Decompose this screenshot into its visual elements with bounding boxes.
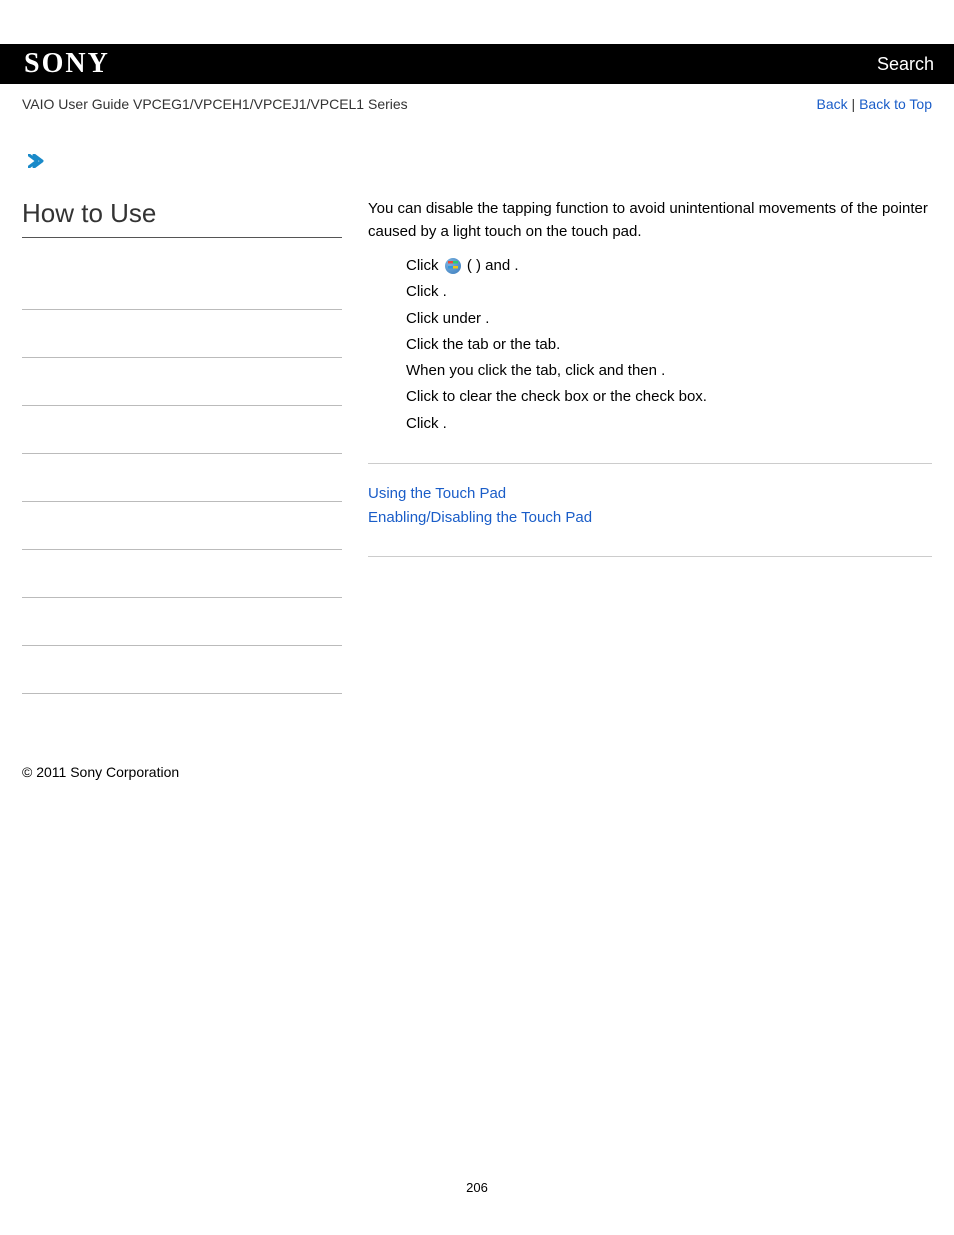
copyright-text: © 2011 Sony Corporation [22, 764, 954, 780]
intro-text: You can disable the tapping function to … [368, 198, 932, 243]
related-link-using-touchpad[interactable]: Using the Touch Pad [368, 482, 932, 506]
step-1: Click ( ) and . [406, 253, 932, 279]
chevron-icon [28, 154, 954, 168]
sidebar-menu [22, 262, 342, 694]
back-to-top-link[interactable]: Back to Top [859, 96, 932, 112]
related-links: Using the Touch Pad Enabling/Disabling t… [368, 482, 932, 530]
sidebar-item[interactable] [22, 550, 342, 598]
sidebar-item[interactable] [22, 454, 342, 502]
article: You can disable the tapping function to … [342, 198, 932, 575]
step-4b: When you click the tab, click and then . [406, 358, 932, 384]
step-3: Click under . [406, 306, 932, 332]
sub-header: VAIO User Guide VPCEG1/VPCEH1/VPCEJ1/VPC… [0, 84, 954, 124]
sidebar-item[interactable] [22, 358, 342, 406]
back-link[interactable]: Back [817, 96, 848, 112]
search-link[interactable]: Search [877, 54, 934, 75]
step-2: Click . [406, 279, 932, 305]
sidebar-item[interactable] [22, 502, 342, 550]
nav-separator: | [848, 96, 859, 112]
sidebar-heading: How to Use [22, 198, 342, 238]
sidebar-item[interactable] [22, 598, 342, 646]
step-1-text-a: Click [406, 257, 443, 274]
divider [368, 463, 932, 464]
sidebar-item[interactable] [22, 406, 342, 454]
steps-list: Click ( ) and . Click . Click under . [406, 253, 932, 437]
nav-links: Back | Back to Top [817, 96, 932, 112]
page-number: 206 [0, 1180, 954, 1215]
related-link-enable-disable-touchpad[interactable]: Enabling/Disabling the Touch Pad [368, 506, 932, 530]
divider [368, 556, 932, 557]
step-4a: Click the tab or the tab. [406, 332, 932, 358]
step-1-text-b: ( ) and . [463, 257, 519, 274]
sidebar-item[interactable] [22, 310, 342, 358]
sidebar-item[interactable] [22, 262, 342, 310]
main-content: How to Use You can disable the tapping f… [0, 198, 954, 734]
windows-start-icon [445, 258, 461, 274]
sony-logo: SONY [24, 48, 110, 80]
header-bar: SONY Search [0, 44, 954, 84]
step-6: Click . [406, 411, 932, 437]
step-5: Click to clear the check box or the chec… [406, 384, 932, 410]
sidebar-item[interactable] [22, 646, 342, 694]
sidebar: How to Use [22, 198, 342, 694]
guide-title: VAIO User Guide VPCEG1/VPCEH1/VPCEJ1/VPC… [22, 96, 408, 112]
